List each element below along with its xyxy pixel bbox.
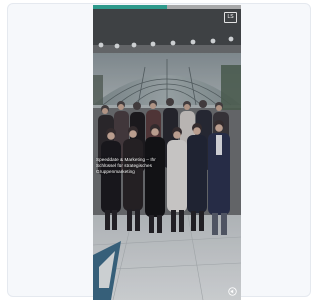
story-caption: Speeddate & Marketing – Ihr Schlüssel fü… xyxy=(96,157,156,174)
volume-icon[interactable] xyxy=(228,287,237,296)
story-progress-track xyxy=(93,5,241,9)
group-photo xyxy=(93,5,241,300)
story-progress-fill xyxy=(93,5,167,9)
story-player[interactable]: LS Speeddate & Marketing – Ihr Schlüssel… xyxy=(93,5,241,300)
story-logo: LS xyxy=(224,12,237,23)
